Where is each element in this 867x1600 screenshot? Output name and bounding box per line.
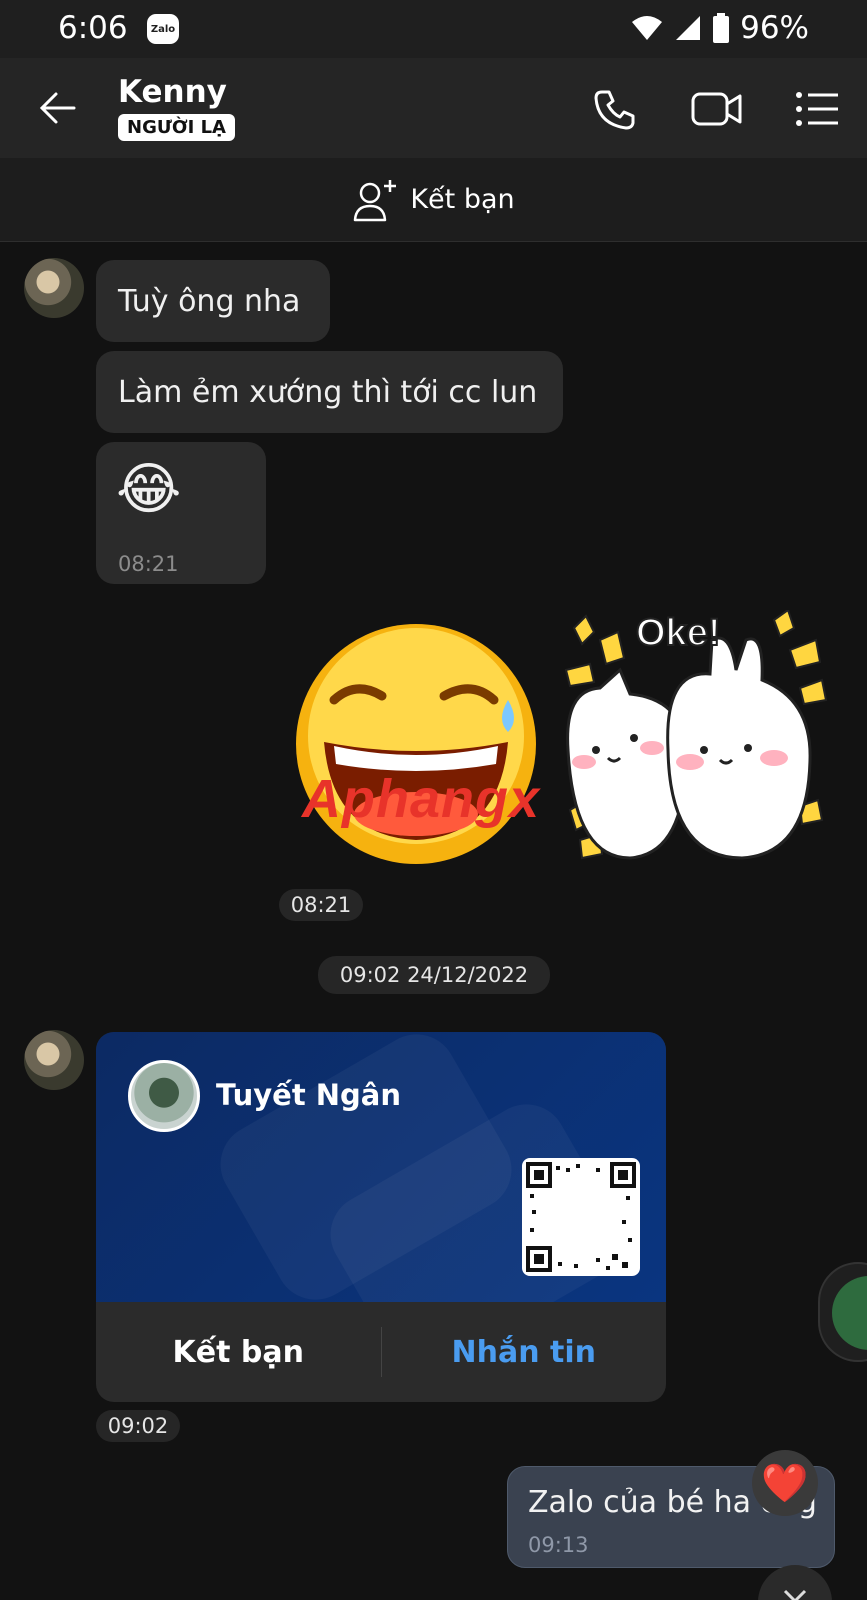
wifi-icon — [632, 16, 663, 40]
scroll-down-button[interactable] — [758, 1565, 832, 1600]
card-add-friend-button[interactable]: Kết bạn — [96, 1335, 381, 1370]
add-user-icon — [354, 179, 397, 221]
chat-header: Kenny NGƯỜI LẠ — [0, 58, 867, 158]
contact-card[interactable]: Tuyết Ngân Kết bạn Nhắn tin — [96, 1032, 666, 1402]
sticker-oke-text: Oke! — [635, 611, 721, 655]
emoji-message-bubble[interactable]: 😂 08:21 — [96, 442, 266, 584]
qr-code-icon — [522, 1158, 640, 1276]
menu-list-icon[interactable] — [794, 86, 840, 132]
contact-name[interactable]: Kenny — [118, 74, 227, 110]
battery-icon — [713, 13, 730, 43]
card-time-pill: 09:02 — [96, 1410, 180, 1442]
message-time: 09:13 — [528, 1533, 589, 1557]
card-contact-avatar — [128, 1060, 200, 1132]
laughing-emoji: 😂 — [116, 457, 182, 522]
status-time: 6:06 — [58, 10, 128, 46]
stranger-badge: NGƯỜI LẠ — [118, 114, 235, 141]
card-contact-name: Tuyết Ngân — [216, 1078, 402, 1112]
status-bar: 6:06 Zalo 96% — [0, 0, 867, 58]
message-time: 08:21 — [118, 552, 179, 576]
phone-icon[interactable] — [592, 86, 638, 132]
message-text: Tuỳ ông nha — [118, 283, 301, 319]
contact-card-actions: Kết bạn Nhắn tin — [96, 1302, 666, 1402]
add-friend-label: Kết bạn — [410, 184, 515, 215]
watermark-text: Aphangx — [302, 769, 541, 829]
chat-head-icon — [832, 1276, 867, 1350]
message-text: Làm ẻm xướng thì tới cc lun — [118, 374, 538, 410]
zalo-notification-icon: Zalo — [147, 14, 179, 44]
contact-avatar[interactable] — [24, 1030, 84, 1090]
back-arrow-icon[interactable] — [38, 88, 78, 128]
contact-avatar[interactable] — [24, 258, 84, 318]
add-friend-bar[interactable]: Kết bạn — [0, 158, 867, 242]
heart-reaction-icon[interactable]: ❤️ — [752, 1450, 818, 1516]
video-call-icon[interactable] — [690, 86, 744, 132]
sticker-time-pill: 08:21 — [279, 889, 363, 921]
date-divider: 09:02 24/12/2022 — [318, 956, 550, 994]
close-icon — [783, 1589, 807, 1600]
message-bubble[interactable]: Làm ẻm xướng thì tới cc lun — [96, 351, 563, 433]
floating-chat-bubble[interactable] — [818, 1262, 867, 1362]
contact-card-header[interactable]: Tuyết Ngân — [96, 1032, 666, 1302]
message-bubble[interactable]: Tuỳ ông nha — [96, 260, 330, 342]
signal-icon — [676, 16, 701, 40]
battery-percent: 96% — [740, 10, 809, 46]
status-right: 96% — [630, 10, 809, 46]
card-message-button[interactable]: Nhắn tin — [382, 1335, 667, 1370]
